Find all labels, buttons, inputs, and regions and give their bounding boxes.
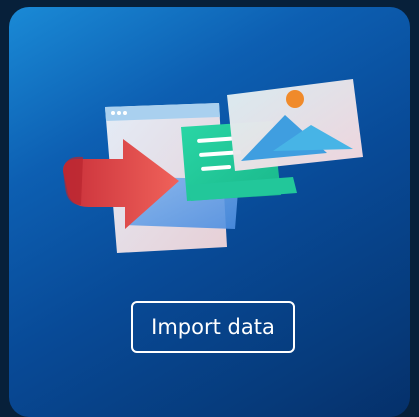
import-data-button[interactable]: Import data xyxy=(131,301,295,353)
import-data-card[interactable]: Import data xyxy=(9,7,410,417)
import-data-illustration-icon xyxy=(63,79,363,253)
image-card-icon xyxy=(227,79,363,171)
